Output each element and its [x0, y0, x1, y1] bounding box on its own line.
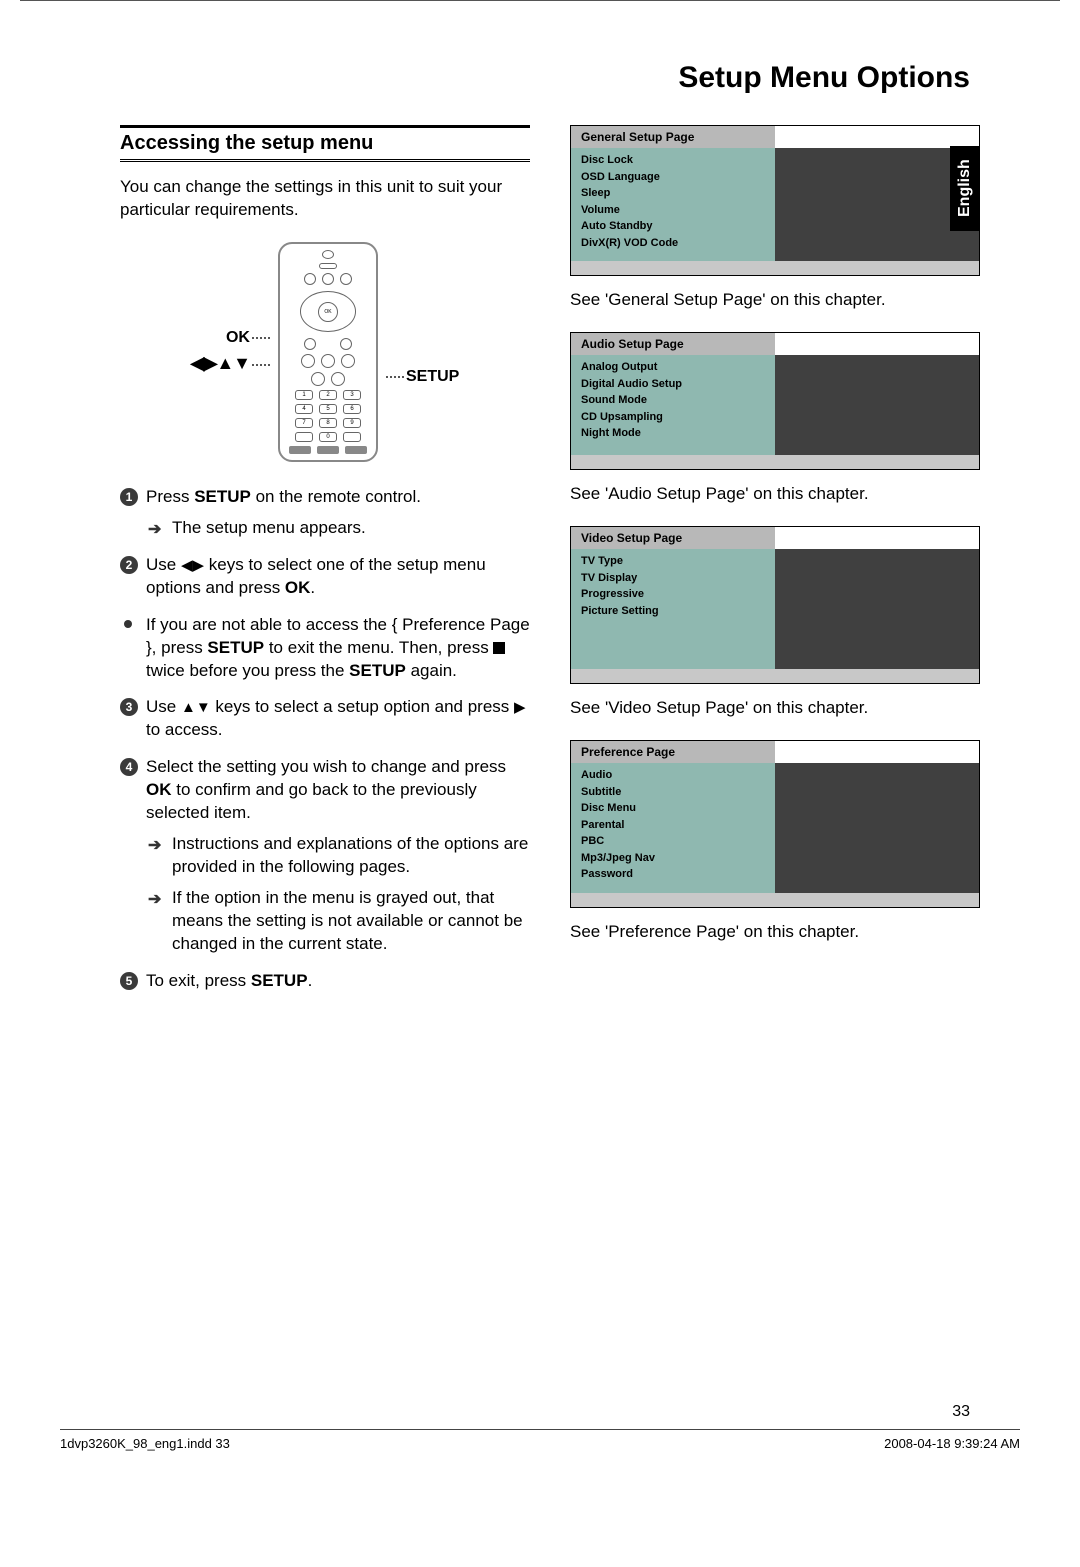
menu-item: Progressive: [581, 586, 765, 603]
page-number: 33: [952, 1403, 970, 1421]
step-number-icon: 5: [120, 972, 138, 990]
menu-item: Parental: [581, 817, 765, 834]
menu-item: Audio: [581, 767, 765, 784]
result-arrow-icon: ➔: [148, 835, 161, 857]
menu-header: Preference Page: [571, 741, 775, 763]
step-text: To exit, press SETUP.: [146, 971, 312, 990]
menu-item: Volume: [581, 202, 765, 219]
menu-items-panel: Analog Output Digital Audio Setup Sound …: [571, 355, 775, 455]
result-arrow-icon: ➔: [148, 889, 161, 911]
section-heading: Accessing the setup menu: [120, 125, 530, 162]
menu-item: Analog Output: [581, 359, 765, 376]
menu-item: DivX(R) VOD Code: [581, 235, 765, 252]
menu-item: Night Mode: [581, 425, 765, 442]
menu-item: TV Type: [581, 553, 765, 570]
step-number-icon: 1: [120, 488, 138, 506]
nav-arrows-label: ◀▶▲▼: [191, 353, 250, 373]
menu-item: Disc Lock: [581, 152, 765, 169]
menu-caption: See 'General Setup Page' on this chapter…: [570, 290, 980, 310]
menu-header: Audio Setup Page: [571, 333, 775, 355]
menu-item: Sound Mode: [581, 392, 765, 409]
footer-timestamp: 2008-04-18 9:39:24 AM: [884, 1436, 1020, 1451]
menu-item: Sleep: [581, 185, 765, 202]
step-text: Use ◀▶ keys to select one of the setup m…: [146, 555, 486, 597]
menu-item: Digital Audio Setup: [581, 376, 765, 393]
menu-caption: See 'Audio Setup Page' on this chapter.: [570, 484, 980, 504]
right-column: General Setup Page Disc Lock OSD Languag…: [570, 125, 980, 1007]
video-setup-menu-screenshot: Video Setup Page TV Type TV Display Prog…: [570, 526, 980, 684]
menu-item: Mp3/Jpeg Nav: [581, 850, 765, 867]
menu-item: Picture Setting: [581, 603, 765, 620]
menu-items-panel: Audio Subtitle Disc Menu Parental PBC Mp…: [571, 763, 775, 893]
menu-header: Video Setup Page: [571, 527, 775, 549]
menu-item: Disc Menu: [581, 800, 765, 817]
step-number-icon: 4: [120, 758, 138, 776]
preference-menu-screenshot: Preference Page Audio Subtitle Disc Menu…: [570, 740, 980, 908]
menu-item: CD Upsampling: [581, 409, 765, 426]
ok-label: OK: [226, 329, 250, 346]
instruction-steps: 1 Press SETUP on the remote control. ➔ Th…: [120, 486, 530, 600]
menu-item: Auto Standby: [581, 218, 765, 235]
stop-button-icon: [493, 642, 505, 654]
remote-illustration: OK ◀▶▲▼ OK 123 456 789 0 SET: [120, 242, 530, 462]
step-result: Instructions and explanations of the opt…: [172, 834, 528, 876]
page-title: Setup Menu Options: [120, 61, 980, 95]
language-tab: English: [950, 146, 980, 231]
left-column: Accessing the setup menu You can change …: [120, 125, 530, 1007]
bullet-icon: [124, 620, 132, 628]
result-arrow-icon: ➔: [148, 519, 161, 541]
step-text: Use ▲▼ keys to select a setup option and…: [146, 697, 526, 739]
menu-items-panel: Disc Lock OSD Language Sleep Volume Auto…: [571, 148, 775, 261]
menu-item: TV Display: [581, 570, 765, 587]
document-footer: 1dvp3260K_98_eng1.indd 33 2008-04-18 9:3…: [60, 1429, 1020, 1451]
menu-caption: See 'Preference Page' on this chapter.: [570, 922, 980, 942]
audio-setup-menu-screenshot: Audio Setup Page Analog Output Digital A…: [570, 332, 980, 470]
instruction-steps-cont: 3 Use ▲▼ keys to select a setup option a…: [120, 696, 530, 992]
menu-header: General Setup Page: [571, 126, 775, 148]
menu-item: OSD Language: [581, 169, 765, 186]
step-text: Press SETUP on the remote control.: [146, 487, 421, 506]
footer-filename: 1dvp3260K_98_eng1.indd 33: [60, 1436, 230, 1451]
step-result: If the option in the menu is grayed out,…: [172, 888, 523, 953]
intro-text: You can change the settings in this unit…: [120, 176, 530, 222]
step-text: Select the setting you wish to change an…: [146, 757, 506, 822]
menu-items-panel: TV Type TV Display Progressive Picture S…: [571, 549, 775, 669]
menu-item: Subtitle: [581, 784, 765, 801]
general-setup-menu-screenshot: General Setup Page Disc Lock OSD Languag…: [570, 125, 980, 276]
step-number-icon: 2: [120, 556, 138, 574]
step-number-icon: 3: [120, 698, 138, 716]
menu-item: PBC: [581, 833, 765, 850]
step-result: The setup menu appears.: [172, 518, 366, 537]
remote-control-icon: OK 123 456 789 0: [278, 242, 378, 462]
menu-caption: See 'Video Setup Page' on this chapter.: [570, 698, 980, 718]
menu-item: Password: [581, 866, 765, 883]
note-bullet: If you are not able to access the { Pref…: [120, 614, 530, 683]
setup-label: SETUP: [406, 368, 459, 385]
manual-page: English Setup Menu Options Accessing the…: [0, 1, 1080, 1501]
